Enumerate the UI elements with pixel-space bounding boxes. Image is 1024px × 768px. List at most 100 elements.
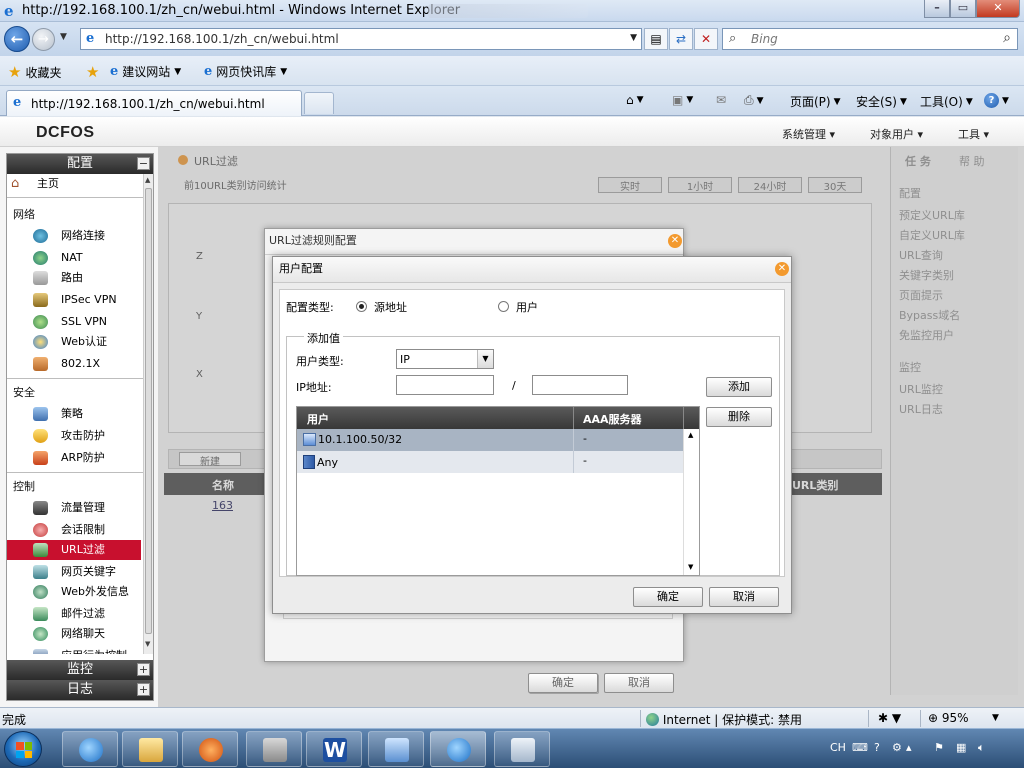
home-button[interactable]: ⌂ ▼ — [626, 93, 644, 107]
table-row[interactable]: 10.1.100.50/32 - — [297, 429, 683, 451]
sidebar-item-traffic[interactable]: 流量管理 — [7, 498, 141, 518]
taskbar-app-tool[interactable] — [246, 731, 302, 767]
netmask-input[interactable] — [532, 375, 628, 395]
table-scrollbar[interactable]: ▲ ▼ — [683, 429, 699, 575]
fav-link-suggested[interactable]: e 建议网站 ▼ — [110, 63, 181, 80]
sidebar-item-home[interactable]: ⌂ 主页 — [7, 174, 141, 194]
collapse-icon[interactable]: − — [137, 157, 150, 170]
taskbar-network[interactable] — [368, 731, 424, 767]
cancel-button[interactable]: 取消 — [709, 587, 779, 607]
address-bar[interactable]: e http://192.168.100.1/zh_cn/webui.html … — [80, 28, 642, 50]
page-menu[interactable]: 页面(P) ▼ — [790, 93, 841, 110]
sidebar-item-app-behavior[interactable]: 应用行为控制 — [7, 646, 141, 654]
taskbar-explorer[interactable] — [122, 731, 178, 767]
zone-status[interactable]: Internet | 保护模式: 禁用 — [646, 711, 802, 728]
refresh-button[interactable]: ⇄ — [669, 28, 693, 50]
sidebar-item-web-auth[interactable]: Web认证 — [7, 332, 141, 352]
zoom-button[interactable]: ⊕ 95% — [928, 711, 969, 725]
sidebar-item-session-limit[interactable]: 会话限制 — [7, 520, 141, 540]
sidebar-item-web-outbound[interactable]: Web外发信息 — [7, 582, 141, 602]
menu-tools[interactable]: 工具 ▾ — [958, 126, 989, 142]
network-tray-icon[interactable]: ▦ — [956, 741, 966, 754]
sidebar-item-web-keyword[interactable]: 网页关键字 — [7, 562, 141, 582]
expand-icon[interactable]: + — [137, 683, 150, 696]
scroll-thumb[interactable] — [145, 188, 152, 634]
feeds-button[interactable]: ▣ ▼ — [672, 93, 693, 107]
sidebar-item-policy[interactable]: 策略 — [7, 404, 141, 424]
add-button[interactable]: 添加 — [706, 377, 772, 397]
print-button[interactable]: ⎙ ▼ — [744, 93, 764, 108]
zoom-dropdown-icon[interactable]: ▼ — [992, 713, 999, 723]
sidebar-item-ipsec-vpn[interactable]: IPSec VPN — [7, 290, 141, 310]
menu-system[interactable]: 系统管理 ▾ — [782, 126, 835, 142]
taskbar-ie-active[interactable] — [430, 731, 486, 767]
tab-webui[interactable]: e http://192.168.100.1/zh_cn/webui.html — [6, 90, 302, 116]
chevron-down-icon: ▼ — [477, 350, 493, 368]
new-tab-button[interactable] — [304, 92, 334, 114]
fav-link-webslice[interactable]: e 网页快讯库 ▼ — [204, 63, 287, 80]
outer-cancel-button[interactable]: 取消 — [604, 673, 674, 693]
safety-menu[interactable]: 安全(S) ▼ — [856, 93, 907, 110]
sidebar-item-8021x[interactable]: 802.1X — [7, 354, 141, 374]
minimize-button[interactable]: – — [924, 0, 950, 18]
lang-indicator[interactable]: CH — [830, 741, 846, 754]
dialog-outer-title: URL过滤规则配置 — [265, 229, 683, 255]
history-dropdown-icon[interactable]: ▼ — [60, 32, 67, 42]
favorites-button[interactable]: ★ 收藏夹 — [8, 63, 61, 81]
radio-user[interactable] — [498, 301, 509, 312]
taskbar-media[interactable] — [182, 731, 238, 767]
sidebar-item-attack-defense[interactable]: 攻击防护 — [7, 426, 141, 446]
ok-button[interactable]: 确定 — [633, 587, 703, 607]
flag-tray-icon[interactable]: ⚑ — [934, 741, 944, 754]
menu-objects[interactable]: 对象用户 ▾ — [870, 126, 923, 142]
outer-ok-button[interactable]: 确定 — [528, 673, 598, 693]
print-icon: ⎙ — [744, 93, 754, 107]
maximize-button[interactable]: ▭ — [950, 0, 976, 18]
user-list-table: 用户 AAA服务器 10.1.100.50/32 - Any - ▲ ▼ — [296, 406, 700, 576]
radio-source-address[interactable] — [356, 301, 367, 312]
close-icon[interactable]: ✕ — [668, 234, 682, 248]
sidebar-config-header[interactable]: 配置 − — [7, 154, 153, 174]
keyboard-icon[interactable]: ⌨ — [852, 741, 868, 754]
compat-view-button[interactable]: ▤ — [644, 28, 668, 50]
close-button[interactable]: ✕ — [976, 0, 1020, 18]
sidebar-log-header[interactable]: 日志 + — [7, 680, 153, 700]
sidebar-monitor-header[interactable]: 监控 + — [7, 660, 153, 680]
session-icon — [33, 523, 48, 537]
start-button[interactable] — [4, 731, 42, 767]
user-type-select[interactable]: IP ▼ — [396, 349, 494, 369]
sidebar-item-mail-filter[interactable]: 邮件过滤 — [7, 604, 141, 624]
sidebar-item-ssl-vpn[interactable]: SSL VPN — [7, 312, 141, 332]
sidebar-item-url-filter[interactable]: URL过滤 — [7, 540, 141, 560]
sidebar-item-route[interactable]: 路由 — [7, 268, 141, 288]
close-icon[interactable]: ✕ — [775, 262, 789, 276]
search-input[interactable]: ⌕ Bing ⌕ — [722, 28, 1018, 50]
settings-tray-icon[interactable]: ⚙ — [892, 741, 902, 754]
forward-button[interactable]: → — [32, 28, 55, 51]
sidebar-item-nat[interactable]: NAT — [7, 248, 141, 268]
volume-icon[interactable]: 🔈︎ — [978, 741, 985, 755]
protected-mode-button[interactable]: ✱ ▼ — [878, 711, 901, 725]
help-button[interactable]: ? ▼ — [984, 93, 1009, 108]
expand-icon[interactable]: + — [137, 663, 150, 676]
address-dropdown-icon[interactable]: ▼ — [630, 33, 637, 43]
delete-button[interactable]: 删除 — [706, 407, 772, 427]
sidebar-item-arp-defense[interactable]: ARP防护 — [7, 448, 141, 468]
taskbar-word[interactable]: W — [306, 731, 362, 767]
stop-button[interactable]: ✕ — [694, 28, 718, 50]
back-button[interactable]: ← — [4, 26, 30, 52]
sidebar-item-network-connection[interactable]: 网络连接 — [7, 226, 141, 246]
ip-user-icon — [303, 433, 316, 446]
sidebar-scrollbar[interactable]: ▲ ▼ — [143, 174, 153, 654]
help-tray-icon[interactable]: ? — [874, 741, 880, 754]
chevron-tray-icon[interactable]: ▴ — [906, 741, 912, 754]
search-icon[interactable]: ⌕ — [1003, 30, 1011, 46]
taskbar-doc[interactable] — [494, 731, 550, 767]
taskbar-ie[interactable] — [62, 731, 118, 767]
mail-button[interactable]: ✉ — [716, 93, 726, 107]
table-row[interactable]: Any - — [297, 451, 683, 473]
tools-menu[interactable]: 工具(O) ▼ — [920, 93, 973, 110]
add-favorites-button[interactable]: ★ — [86, 63, 99, 81]
sidebar-item-im[interactable]: 网络聊天 — [7, 624, 141, 644]
ip-address-input[interactable] — [396, 375, 494, 395]
